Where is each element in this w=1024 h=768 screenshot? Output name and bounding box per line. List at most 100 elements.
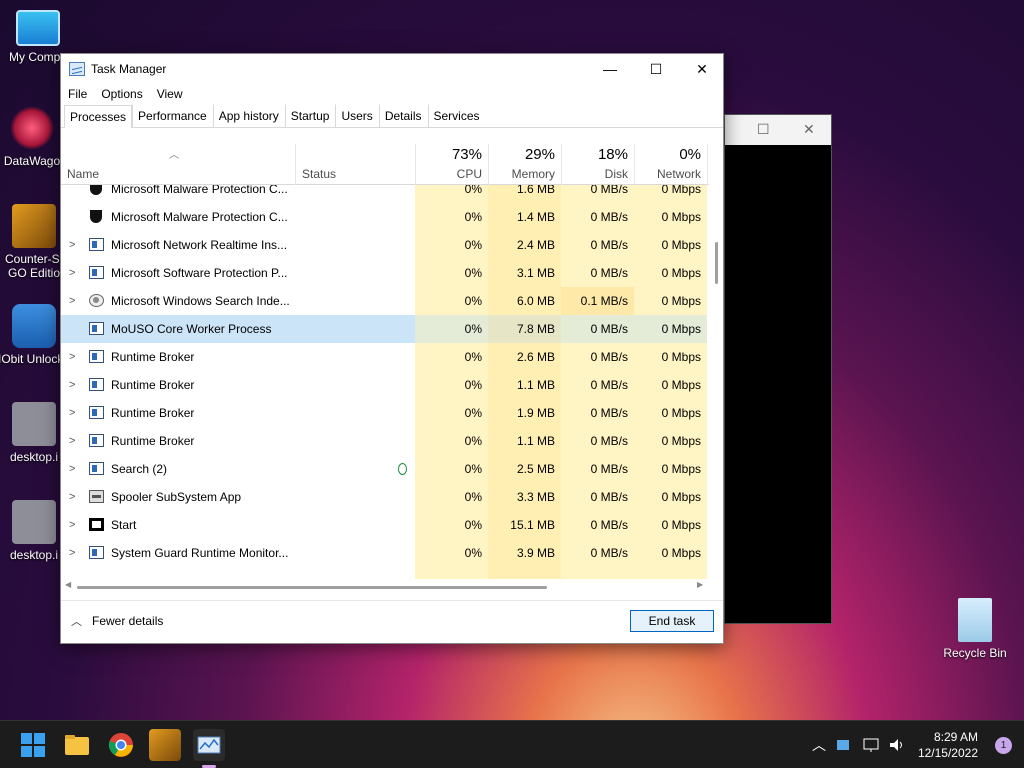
chrome-button[interactable] bbox=[105, 729, 137, 761]
table-row-partial[interactable] bbox=[61, 567, 709, 579]
tab-services[interactable]: Services bbox=[427, 104, 486, 127]
process-disk: 0 MB/s bbox=[561, 483, 634, 511]
csgo-taskbar-button[interactable] bbox=[149, 729, 181, 761]
title-bar[interactable]: Task Manager — ☐ ✕ bbox=[61, 54, 723, 84]
column-disk[interactable]: 18% Disk bbox=[561, 144, 634, 185]
clock-time: 8:29 AM bbox=[933, 730, 978, 744]
process-status bbox=[295, 483, 415, 511]
app-window-icon bbox=[89, 406, 104, 419]
table-row[interactable]: > Search (2) 0% 2.5 MB 0 MB/s 0 Mbps bbox=[61, 455, 709, 483]
process-network: 0 Mbps bbox=[634, 287, 707, 315]
shield-icon bbox=[89, 185, 104, 195]
task-manager-taskbar-button[interactable] bbox=[193, 729, 225, 768]
app-window-icon bbox=[89, 238, 104, 251]
process-disk: 0 MB/s bbox=[561, 455, 634, 483]
background-window-titlebar[interactable]: ☐ ✕ bbox=[725, 115, 831, 145]
horizontal-scrollbar[interactable]: ◀ ▶ bbox=[61, 580, 709, 594]
chevron-right-icon[interactable]: > bbox=[69, 427, 75, 455]
vertical-scrollbar[interactable] bbox=[709, 144, 723, 580]
process-network: 0 Mbps bbox=[634, 203, 707, 231]
show-hidden-icons-button[interactable]: ︿ bbox=[810, 721, 828, 768]
process-cpu: 0% bbox=[415, 185, 488, 203]
process-network: 0 Mbps bbox=[634, 343, 707, 371]
process-memory: 15.1 MB bbox=[488, 511, 561, 539]
scroll-right-icon[interactable]: ▶ bbox=[697, 580, 703, 589]
clock[interactable]: 8:29 AM 12/15/2022 bbox=[918, 729, 978, 761]
horizontal-scroll-thumb[interactable] bbox=[77, 586, 547, 589]
column-name[interactable]: ︿ Name bbox=[61, 144, 295, 185]
chevron-right-icon[interactable]: > bbox=[69, 511, 75, 539]
tab-startup[interactable]: Startup bbox=[284, 104, 336, 127]
tab-performance[interactable]: Performance bbox=[132, 104, 213, 127]
process-disk: 0 MB/s bbox=[561, 203, 634, 231]
search-indexer-icon bbox=[89, 294, 104, 307]
column-status[interactable]: Status bbox=[295, 144, 415, 185]
process-memory: 1.1 MB bbox=[488, 427, 561, 455]
table-row[interactable]: > Start 0% 15.1 MB 0 MB/s 0 Mbps bbox=[61, 511, 709, 539]
end-task-button[interactable]: End task bbox=[630, 610, 714, 632]
chevron-right-icon[interactable]: > bbox=[69, 455, 75, 483]
chevron-right-icon[interactable]: > bbox=[69, 287, 75, 315]
tab-users[interactable]: Users bbox=[335, 104, 378, 127]
process-name: Runtime Broker bbox=[111, 434, 195, 448]
volume-icon[interactable] bbox=[886, 721, 908, 768]
notification-badge[interactable]: 1 bbox=[995, 737, 1012, 754]
process-disk: 0.1 MB/s bbox=[561, 287, 634, 315]
chevron-right-icon[interactable]: > bbox=[69, 371, 75, 399]
minimize-button[interactable]: — bbox=[587, 54, 633, 84]
app-window-icon bbox=[89, 546, 104, 559]
chevron-right-icon[interactable]: > bbox=[69, 231, 75, 259]
vertical-scroll-thumb[interactable] bbox=[715, 242, 718, 284]
process-cpu: 0% bbox=[415, 315, 488, 343]
process-cpu: 0% bbox=[415, 203, 488, 231]
table-row-selected[interactable]: MoUSO Core Worker Process 0% 7.8 MB 0 MB… bbox=[61, 315, 709, 343]
process-name: Spooler SubSystem App bbox=[111, 490, 242, 504]
table-row[interactable]: > Spooler SubSystem App 0% 3.3 MB 0 MB/s … bbox=[61, 483, 709, 511]
tray-app-icon[interactable] bbox=[834, 721, 852, 768]
table-row[interactable]: > Runtime Broker 0% 1.1 MB 0 MB/s 0 Mbps bbox=[61, 371, 709, 399]
process-name: Microsoft Malware Protection C... bbox=[111, 210, 288, 224]
menu-view[interactable]: View bbox=[157, 87, 183, 101]
clock-date: 12/15/2022 bbox=[917, 746, 978, 760]
scroll-left-icon[interactable]: ◀ bbox=[65, 580, 71, 589]
table-row[interactable]: > Runtime Broker 0% 2.6 MB 0 MB/s 0 Mbps bbox=[61, 343, 709, 371]
tab-details[interactable]: Details bbox=[378, 104, 428, 127]
menu-options[interactable]: Options bbox=[101, 87, 142, 101]
tab-app-history[interactable]: App history bbox=[212, 104, 285, 127]
close-icon[interactable]: ✕ bbox=[803, 121, 815, 138]
table-row[interactable]: > Microsoft Software Protection P... 0% 3… bbox=[61, 259, 709, 287]
task-manager-icon bbox=[69, 62, 85, 76]
column-cpu[interactable]: 73% CPU bbox=[415, 144, 488, 185]
printer-icon bbox=[89, 490, 104, 503]
close-button[interactable]: ✕ bbox=[679, 54, 725, 84]
table-row[interactable]: > Microsoft Windows Search Inde... 0% 6.0… bbox=[61, 287, 709, 315]
table-row[interactable]: Microsoft Malware Protection C... 0% 1.4… bbox=[61, 203, 709, 231]
file-explorer-button[interactable] bbox=[61, 729, 93, 761]
maximize-icon[interactable]: ☐ bbox=[757, 121, 770, 138]
chevron-right-icon[interactable]: > bbox=[69, 259, 75, 287]
table-row[interactable]: Microsoft Malware Protection C... 0% 1.6… bbox=[61, 185, 709, 203]
table-row[interactable]: > System Guard Runtime Monitor... 0% 3.9 … bbox=[61, 539, 709, 567]
table-row[interactable]: > Microsoft Network Realtime Ins... 0% 2.… bbox=[61, 231, 709, 259]
table-row[interactable]: > Runtime Broker 0% 1.1 MB 0 MB/s 0 Mbps bbox=[61, 427, 709, 455]
start-button[interactable] bbox=[17, 729, 49, 761]
chrome-icon bbox=[108, 733, 133, 757]
process-status bbox=[295, 287, 415, 315]
network-monitor-icon bbox=[863, 738, 879, 752]
menu-file[interactable]: File bbox=[68, 87, 87, 101]
chevron-right-icon[interactable]: > bbox=[69, 483, 75, 511]
maximize-button[interactable]: ☐ bbox=[633, 54, 679, 84]
column-network[interactable]: 0% Network bbox=[634, 144, 707, 185]
column-memory[interactable]: 29% Memory bbox=[488, 144, 561, 185]
fewer-details-button[interactable]: ︿ Fewer details bbox=[71, 613, 163, 629]
background-window[interactable]: ☐ ✕ bbox=[724, 114, 832, 624]
chevron-right-icon[interactable]: > bbox=[69, 399, 75, 427]
chevron-right-icon[interactable]: > bbox=[69, 539, 75, 567]
tab-processes[interactable]: Processes bbox=[64, 105, 133, 128]
chevron-right-icon[interactable]: > bbox=[69, 343, 75, 371]
process-disk: 0 MB/s bbox=[561, 371, 634, 399]
table-row[interactable]: > Runtime Broker 0% 1.9 MB 0 MB/s 0 Mbps bbox=[61, 399, 709, 427]
process-status bbox=[295, 455, 415, 483]
network-icon[interactable] bbox=[860, 721, 882, 768]
desktop-icon-recycle-bin[interactable]: Recycle Bin bbox=[937, 598, 1013, 660]
